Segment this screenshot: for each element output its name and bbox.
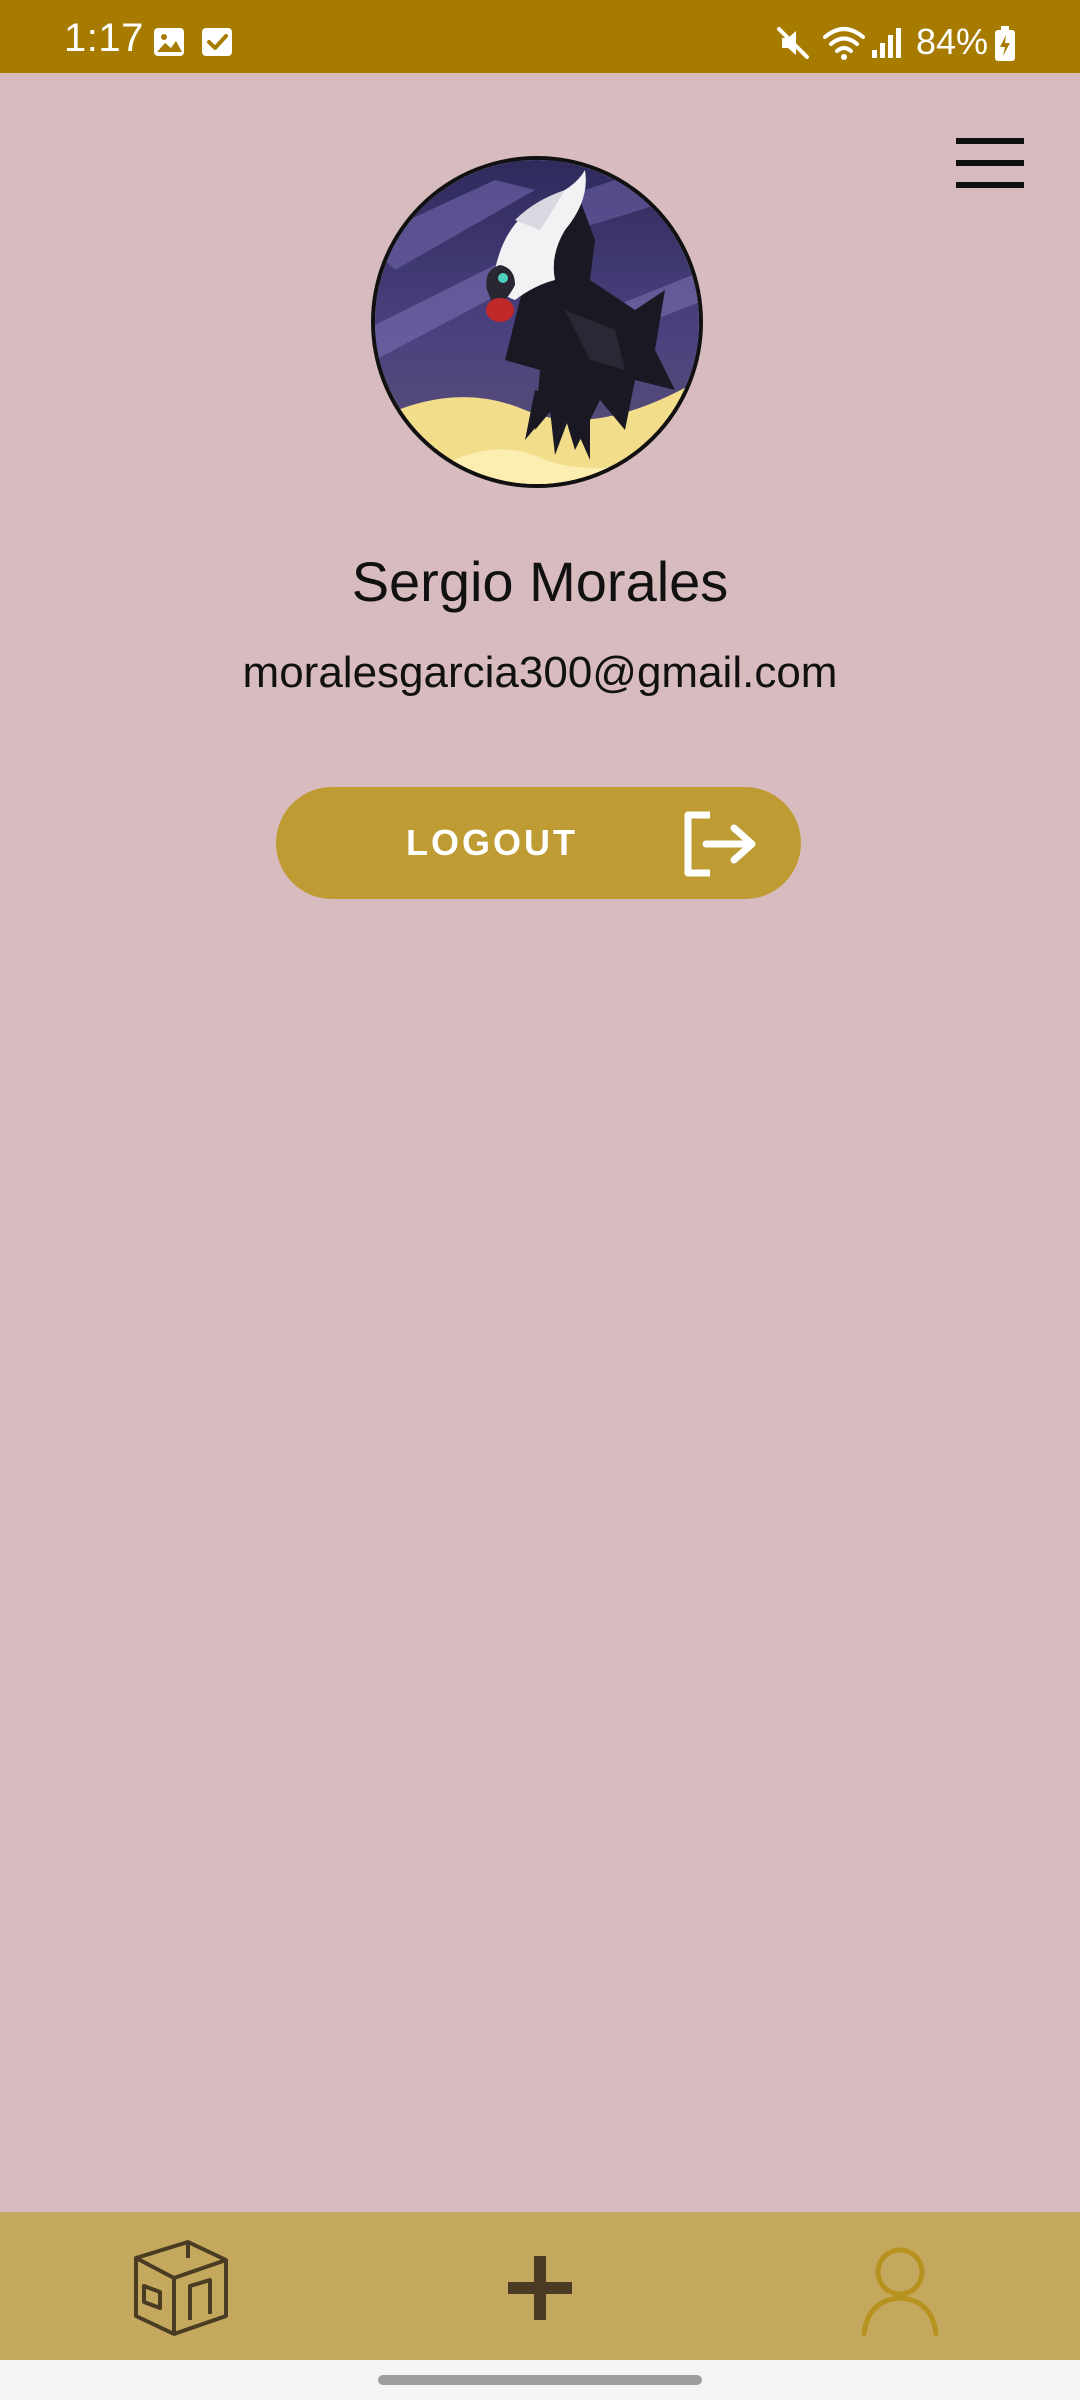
profile-email: moralesgarcia300@gmail.com xyxy=(242,648,838,697)
profile-name: Sergio Morales xyxy=(351,550,729,613)
plus-icon xyxy=(508,2256,572,2320)
bottom-navigation xyxy=(0,2212,1080,2360)
nav-item-add[interactable] xyxy=(360,2212,720,2360)
check-box-icon xyxy=(202,28,232,56)
avatar-image xyxy=(375,160,699,484)
nav-item-rooms[interactable] xyxy=(0,2212,360,2360)
battery-percentage: 84% xyxy=(916,21,989,62)
nav-item-profile[interactable] xyxy=(720,2212,1080,2360)
wifi-icon xyxy=(823,27,865,60)
gesture-navigation-area xyxy=(0,2360,1080,2400)
status-bar: 1:17 84% xyxy=(0,0,1080,73)
person-icon xyxy=(861,2247,939,2337)
signal-icon xyxy=(872,28,901,58)
logout-button[interactable]: LOGOUT xyxy=(276,787,801,899)
menu-button[interactable] xyxy=(952,134,1028,194)
room-cube-icon xyxy=(134,2240,228,2336)
profile-avatar[interactable] xyxy=(371,156,703,488)
gallery-icon xyxy=(154,28,184,56)
battery-charging-icon xyxy=(995,26,1015,61)
logout-icon xyxy=(684,811,756,877)
logout-label: LOGOUT xyxy=(406,822,578,863)
hamburger-menu-icon xyxy=(956,138,1024,188)
mute-icon xyxy=(777,27,809,59)
status-time: 1:17 xyxy=(64,16,144,60)
gesture-handle[interactable] xyxy=(378,2375,702,2385)
